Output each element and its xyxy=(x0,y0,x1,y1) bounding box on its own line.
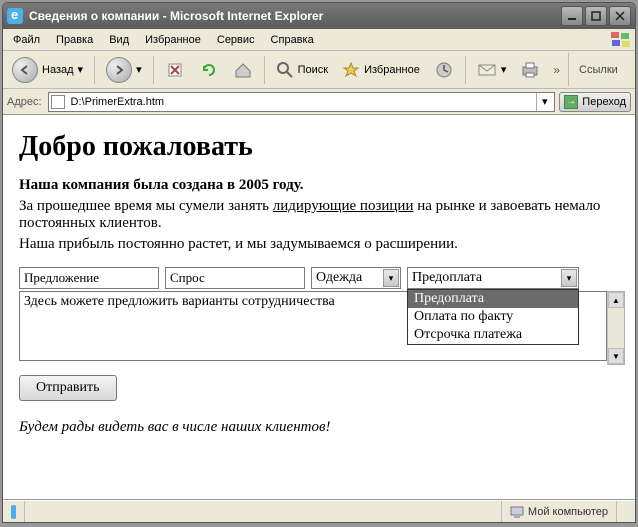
go-button[interactable]: → Переход xyxy=(559,92,631,112)
window-buttons xyxy=(561,6,631,26)
go-arrow-icon: → xyxy=(564,95,578,109)
mail-button[interactable]: ▾ xyxy=(472,55,512,85)
page-icon xyxy=(51,95,65,109)
search-icon xyxy=(276,61,294,79)
text-fragment: За прошедшее время мы сумели занять xyxy=(19,198,273,214)
history-button[interactable] xyxy=(429,55,459,85)
menu-view[interactable]: Вид xyxy=(103,32,135,48)
favorites-button[interactable]: Избранное xyxy=(337,55,425,85)
menu-favorites[interactable]: Избранное xyxy=(139,32,207,48)
subheading: Наша компания была создана в 2005 году. xyxy=(19,177,619,194)
address-dropdown-button[interactable]: ▾ xyxy=(536,93,552,111)
search-button[interactable]: Поиск xyxy=(271,55,333,85)
payment-selected-value: Предоплата xyxy=(412,270,482,286)
status-grip xyxy=(617,501,635,522)
maximize-button[interactable] xyxy=(585,6,607,26)
separator xyxy=(94,56,95,84)
clothes-select-wrap: Одежда ▾ xyxy=(311,267,401,289)
links-label: Ссылки xyxy=(579,64,618,76)
demand-input[interactable] xyxy=(165,267,305,289)
mail-icon xyxy=(477,62,497,78)
scroll-down-icon[interactable]: ▼ xyxy=(608,348,624,364)
menu-file[interactable]: Файл xyxy=(7,32,46,48)
menubar: Файл Правка Вид Избранное Сервис Справка xyxy=(3,29,635,51)
payment-option[interactable]: Отсрочка платежа xyxy=(408,326,578,344)
address-field-wrap: ▾ xyxy=(48,92,556,112)
ie-window: Сведения о компании - Microsoft Internet… xyxy=(2,2,636,523)
footer-note: Будем рады видеть вас в числе наших клие… xyxy=(19,419,619,436)
home-icon xyxy=(233,61,253,79)
links-panel[interactable]: Ссылки xyxy=(568,53,628,86)
clothes-selected-value: Одежда xyxy=(316,270,362,286)
status-spacer xyxy=(25,501,502,522)
payment-select-wrap: Предоплата ▾ Предоплата Оплата по факту … xyxy=(407,267,579,289)
chevron-down-icon: ▾ xyxy=(561,269,577,287)
page-heading: Добро пожаловать xyxy=(19,131,619,163)
minimize-button[interactable] xyxy=(561,6,583,26)
forward-button[interactable]: ▾ xyxy=(101,55,147,85)
menu-service[interactable]: Сервис xyxy=(211,32,261,48)
submit-button[interactable]: Отправить xyxy=(19,375,117,401)
favorites-label: Избранное xyxy=(364,64,420,76)
clothes-select[interactable]: Одежда ▾ xyxy=(311,267,401,289)
statusbar: Мой компьютер xyxy=(3,500,635,522)
ie-icon xyxy=(7,8,23,24)
window-title: Сведения о компании - Microsoft Internet… xyxy=(29,9,561,23)
chevron-down-icon: ▾ xyxy=(78,63,84,76)
payment-option[interactable]: Предоплата xyxy=(408,290,578,308)
toolbar: Назад ▾ ▾ Поиск Избранное xyxy=(3,51,635,89)
refresh-icon xyxy=(200,61,218,79)
separator xyxy=(264,56,265,84)
resize-grip-icon xyxy=(625,506,627,518)
paragraph-1: За прошедшее время мы сумели занять лиди… xyxy=(19,198,619,232)
back-icon xyxy=(12,57,38,83)
status-zone-label: Мой компьютер xyxy=(528,506,608,518)
chevron-down-icon: ▾ xyxy=(501,63,507,76)
chevron-down-icon: ▾ xyxy=(136,63,142,76)
history-icon xyxy=(434,60,454,80)
search-label: Поиск xyxy=(298,64,328,76)
offer-input[interactable] xyxy=(19,267,159,289)
paragraph-2: Наша прибыль постоянно растет, и мы заду… xyxy=(19,236,619,253)
toolbar-overflow[interactable]: » xyxy=(549,63,564,77)
print-icon xyxy=(520,61,540,79)
ie-small-icon xyxy=(11,505,16,519)
go-label: Переход xyxy=(582,96,626,108)
back-label: Назад xyxy=(42,64,74,76)
menu-help[interactable]: Справка xyxy=(265,32,320,48)
star-icon xyxy=(342,61,360,79)
back-button[interactable]: Назад ▾ xyxy=(7,55,88,85)
separator xyxy=(153,56,154,84)
forward-icon xyxy=(106,57,132,83)
stop-icon xyxy=(166,61,184,79)
titlebar: Сведения о компании - Microsoft Internet… xyxy=(3,3,635,29)
print-button[interactable] xyxy=(515,55,545,85)
refresh-button[interactable] xyxy=(194,55,224,85)
addressbar: Адрес: ▾ → Переход xyxy=(3,89,635,115)
payment-dropdown-list: Предоплата Оплата по факту Отсрочка плат… xyxy=(407,289,579,345)
computer-icon xyxy=(510,505,524,519)
payment-option[interactable]: Оплата по факту xyxy=(408,308,578,326)
status-zone: Мой компьютер xyxy=(502,501,617,522)
separator xyxy=(465,56,466,84)
chevron-down-icon: ▾ xyxy=(383,269,399,287)
address-label: Адрес: xyxy=(7,96,44,108)
stop-button[interactable] xyxy=(160,55,190,85)
payment-select[interactable]: Предоплата ▾ xyxy=(407,267,579,289)
close-button[interactable] xyxy=(609,6,631,26)
form-row: Одежда ▾ Предоплата ▾ Предоплата Оплата … xyxy=(19,267,619,289)
textarea-scrollbar[interactable]: ▲ ▼ xyxy=(607,291,625,365)
home-button[interactable] xyxy=(228,55,258,85)
menu-edit[interactable]: Правка xyxy=(50,32,99,48)
address-input[interactable] xyxy=(69,95,537,109)
underlined-text: лидирующие позиции xyxy=(273,198,414,214)
scroll-up-icon[interactable]: ▲ xyxy=(608,292,624,308)
windows-flag-icon xyxy=(603,30,631,50)
status-ie-icon-cell xyxy=(3,501,25,522)
page-content: Добро пожаловать Наша компания была созд… xyxy=(3,115,635,500)
